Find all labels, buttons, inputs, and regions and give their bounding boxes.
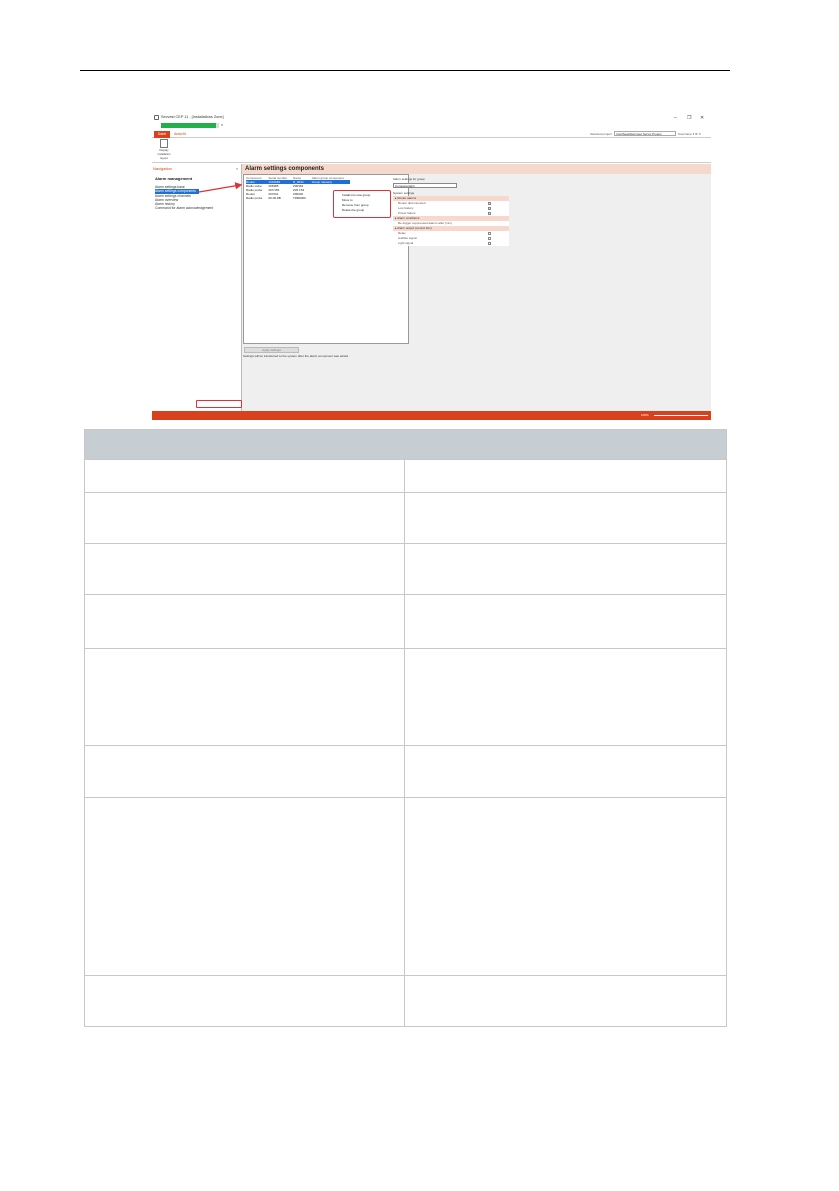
callout-arrow bbox=[198, 182, 243, 193]
table-cell bbox=[404, 459, 727, 493]
table-cell bbox=[404, 745, 727, 798]
table-cell bbox=[84, 797, 405, 976]
table-row bbox=[84, 459, 727, 493]
table-row bbox=[84, 594, 727, 649]
software-screenshot: Secvest CEP 11 - [Installations Zone] x … bbox=[152, 112, 711, 420]
table-cell bbox=[404, 797, 727, 976]
table-row bbox=[84, 745, 727, 798]
table-row bbox=[84, 975, 727, 1027]
table-cell bbox=[84, 459, 405, 493]
table-cell bbox=[404, 975, 727, 1027]
description-table bbox=[84, 429, 727, 1027]
table-header bbox=[84, 429, 727, 460]
table-cell bbox=[84, 492, 405, 544]
table-cell bbox=[84, 543, 405, 595]
table-row bbox=[84, 543, 727, 595]
table-row bbox=[84, 797, 727, 976]
table-cell bbox=[84, 594, 405, 649]
table-cell bbox=[404, 594, 727, 649]
table-row bbox=[84, 492, 727, 544]
table-row bbox=[84, 648, 727, 746]
header-rule bbox=[80, 70, 730, 71]
table-cell bbox=[404, 543, 727, 595]
table-cell bbox=[84, 648, 405, 746]
table-cell bbox=[84, 975, 405, 1027]
table-cell bbox=[404, 648, 727, 746]
table-cell bbox=[84, 745, 405, 798]
table-cell bbox=[404, 492, 727, 544]
